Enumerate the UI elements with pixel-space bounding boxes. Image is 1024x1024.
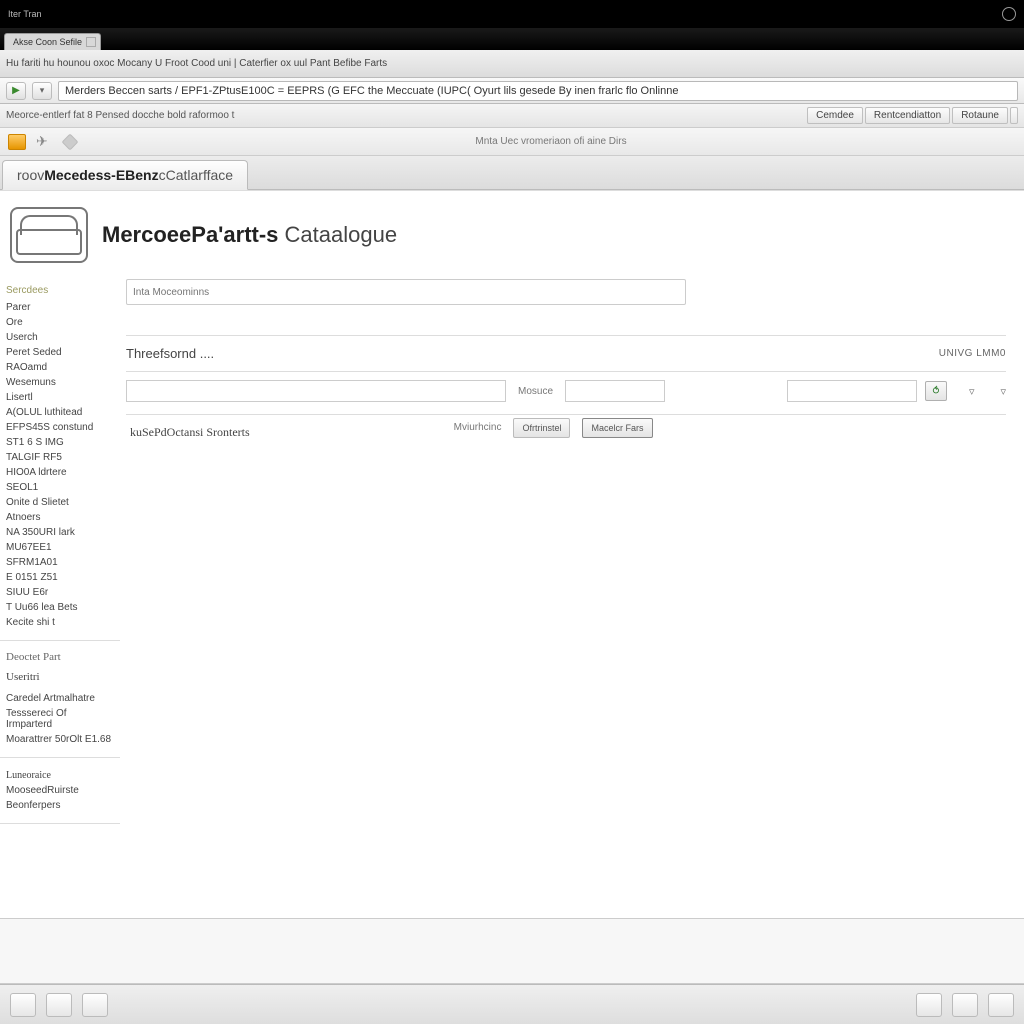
sidebar-item[interactable]: SEOL1 <box>6 480 114 495</box>
sidebar: Sercdees Parer Ore Userch Peret Seded RA… <box>0 273 120 1001</box>
refresh-icon[interactable]: ⥀ <box>925 381 947 401</box>
menu-text: Hu fariti hu hounou oxoc Mocany U Froot … <box>6 58 387 69</box>
sidebar-item[interactable]: EFPS45S constund <box>6 420 114 435</box>
cemdee-button[interactable]: Cemdee <box>807 107 863 124</box>
sidebar-item[interactable]: Peret Seded <box>6 345 114 360</box>
page-tab-catalogue[interactable]: roovMecedess-EBenzcCatlarfface <box>2 160 248 190</box>
content-area: Sercdees Parer Ore Userch Peret Seded RA… <box>0 273 1024 1001</box>
sidebar-item[interactable]: A(OLUL luthitead <box>6 405 114 420</box>
page-tab-strip: roovMecedess-EBenzcCatlarfface <box>0 156 1024 190</box>
status-icon-1[interactable] <box>10 993 36 1017</box>
unvalme-label: UNIVG LMM0 <box>939 348 1006 359</box>
address-bar-row: Merders Beccen sarts / EPF1-ZPtusE100C =… <box>0 78 1024 104</box>
sidebar-item[interactable]: MooseedRuirste <box>6 783 114 798</box>
search-input-wrap[interactable] <box>126 279 686 305</box>
browser-tab[interactable]: Akse Coon Sefile <box>4 33 101 50</box>
bird-icon[interactable]: ✈ <box>36 134 54 150</box>
browser-tab-strip: Akse Coon Sefile <box>0 28 1024 50</box>
input-field-1[interactable] <box>126 380 506 402</box>
status-icon-5[interactable] <box>952 993 978 1017</box>
sidebar-item[interactable]: TALGIF RF5 <box>6 450 114 465</box>
sidebar-heading-decode: Deoctet Part <box>6 651 114 663</box>
status-icon-2[interactable] <box>46 993 72 1017</box>
rotaune-button[interactable]: Rotaune <box>952 107 1008 124</box>
sidebar-item[interactable]: Ore <box>6 315 114 330</box>
window-titlebar: Iter Tran <box>0 0 1024 28</box>
search-input[interactable] <box>133 287 679 298</box>
status-icon-6[interactable] <box>988 993 1014 1017</box>
nav-go-button[interactable] <box>6 82 26 100</box>
sidebar-item[interactable]: Caredel Artmalhatre <box>6 691 114 706</box>
input-field-2[interactable] <box>565 380 665 402</box>
close-icon[interactable] <box>86 37 96 47</box>
toolbar-center-text: Mnta Uec vromeriaon ofi aine Dirs <box>86 136 1016 147</box>
section-header: Threefsornd .... UNIVG LMM0 <box>126 335 1006 372</box>
macelcr-fars-button[interactable]: Macelcr Fars <box>582 418 652 438</box>
status-bar <box>0 984 1024 1024</box>
sidebar-heading-sercdees: Sercdees <box>6 285 114 296</box>
chevron-down-icon[interactable]: ▿ <box>969 385 975 398</box>
sidebar-item[interactable]: Moarattrer 50rOlt E1.68 <box>6 732 114 747</box>
sidebar-item[interactable]: Kecite shi t <box>6 615 114 630</box>
sidebar-item[interactable]: Beonferpers <box>6 798 114 813</box>
sidebar-item[interactable]: Tesssereci Of Irmparterd <box>6 706 114 732</box>
main-panel: Threefsornd .... UNIVG LMM0 Mosuce ⥀ ▿ ▿… <box>120 273 1024 1001</box>
sidebar-item[interactable]: RAOamd <box>6 360 114 375</box>
folder-icon[interactable] <box>8 134 26 150</box>
sidebar-item[interactable]: Parer <box>6 300 114 315</box>
sidebar-item[interactable]: SFRM1A01 <box>6 555 114 570</box>
nav-dropdown-button[interactable] <box>32 82 52 100</box>
sidebar-item[interactable]: NA 350URI lark <box>6 525 114 540</box>
secondary-toolbar: ✈ Mnta Uec vromeriaon ofi aine Dirs <box>0 128 1024 156</box>
sidebar-item[interactable]: T Uu66 lea Bets <box>6 600 114 615</box>
chevron-down-icon[interactable]: ▿ <box>1000 385 1006 398</box>
sidebar-item[interactable]: Atnoers <box>6 510 114 525</box>
input-field-3[interactable] <box>787 380 917 402</box>
sidebar-item[interactable]: ST1 6 S IMG <box>6 435 114 450</box>
sidebar-item[interactable]: HIO0A ldrtere <box>6 465 114 480</box>
threshold-label: Threefsornd .... <box>126 346 214 361</box>
row2-mid: Mviurhcinc <box>454 422 502 433</box>
sidebar-item[interactable]: Onite d Slietet <box>6 495 114 510</box>
page-title: MercoeePa'artt-s Cataalogue <box>102 222 397 248</box>
bookmark-text: Meorce-entlerf fat 8 Pensed docche bold … <box>6 110 234 121</box>
car-icon <box>10 207 88 263</box>
window-control-icon[interactable] <box>1002 7 1016 21</box>
sidebar-user[interactable]: Useritri <box>6 669 114 685</box>
extra-button[interactable] <box>1010 107 1018 124</box>
status-icon-4[interactable] <box>916 993 942 1017</box>
sidebar-item[interactable]: Lisertl <box>6 390 114 405</box>
sidebar-item[interactable]: SIUU E6r <box>6 585 114 600</box>
sidebar-item[interactable]: E 0151 Z51 <box>6 570 114 585</box>
sidebar-item[interactable]: Userch <box>6 330 114 345</box>
status-icon-3[interactable] <box>82 993 108 1017</box>
page-header: MercoeePa'artt-s Cataalogue <box>0 190 1024 273</box>
sidebar-item[interactable]: MU67EE1 <box>6 540 114 555</box>
measure-label: Mosuce <box>514 386 557 397</box>
sidebar-heading-lune: Luneoraice <box>6 768 114 783</box>
menu-bar: Hu fariti hu hounou oxoc Mocany U Froot … <box>0 50 1024 78</box>
row2-label: kuSePdOctansi Sronterts <box>126 415 250 440</box>
ofrtrinsel-button[interactable]: Ofrtrinstel <box>513 418 570 438</box>
window-title: Iter Tran <box>8 9 42 19</box>
address-field[interactable]: Merders Beccen sarts / EPF1-ZPtusE100C =… <box>58 81 1018 101</box>
bookmark-bar: Meorce-entlerf fat 8 Pensed docche bold … <box>0 104 1024 128</box>
field-row-1: Mosuce ⥀ ▿ ▿ <box>126 372 1006 415</box>
rentcendiatton-button[interactable]: Rentcendiatton <box>865 107 950 124</box>
tag-icon[interactable] <box>62 133 79 150</box>
sidebar-item[interactable]: Wesemuns <box>6 375 114 390</box>
footer-panel <box>0 918 1024 984</box>
